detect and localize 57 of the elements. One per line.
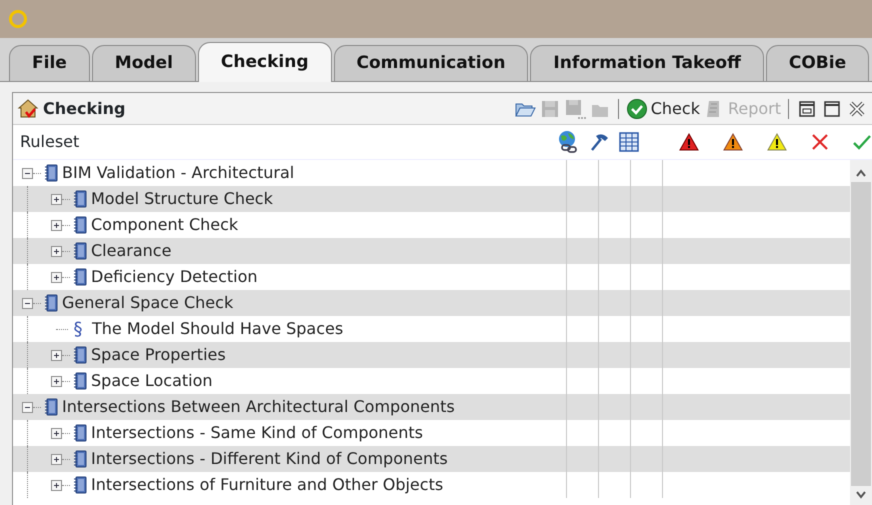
ruleset-book-icon [73, 450, 87, 468]
tree-item[interactable]: Clearance [91, 239, 172, 263]
tree-item[interactable]: Space Properties [91, 343, 226, 367]
ruleset-book-icon [73, 372, 87, 390]
minor-warning-icon[interactable] [766, 132, 788, 152]
expand-toggle[interactable] [51, 220, 62, 230]
rule-icon: § [68, 316, 88, 342]
collapse-toggle[interactable] [22, 402, 33, 412]
house-check-icon [17, 98, 39, 120]
expand-toggle[interactable] [51, 350, 62, 360]
tree-item[interactable]: General Space Check [62, 291, 234, 315]
scroll-down-icon[interactable] [855, 490, 867, 500]
tree-item[interactable]: Space Location [91, 369, 213, 393]
ruleset-book-icon [73, 190, 87, 208]
check-circle-icon [626, 98, 648, 120]
ruleset-book-icon [44, 398, 58, 416]
panel-title: Checking [43, 98, 126, 120]
major-warning-icon[interactable] [722, 132, 744, 152]
ruleset-book-icon [73, 476, 87, 494]
expand-toggle[interactable] [51, 194, 62, 204]
tree-item[interactable]: Intersections - Same Kind of Components [91, 421, 423, 445]
ruleset-book-icon [73, 242, 87, 260]
expand-toggle[interactable] [51, 454, 62, 464]
expand-toggle[interactable] [51, 246, 62, 256]
tree-item[interactable]: Deficiency Detection [91, 265, 258, 289]
rejected-x-icon[interactable] [810, 132, 830, 152]
check-button[interactable]: Check [626, 96, 700, 120]
tab[interactable]: Checking [198, 42, 332, 82]
expand-toggle[interactable] [51, 428, 62, 438]
collapse-toggle[interactable] [22, 298, 33, 308]
scrollbar[interactable] [850, 160, 872, 505]
scroll-up-icon[interactable] [855, 168, 867, 178]
tree-item[interactable]: BIM Validation - Architectural [62, 161, 294, 185]
expand-toggle[interactable] [51, 272, 62, 282]
table-icon[interactable] [618, 131, 640, 153]
ruleset-book-icon [44, 294, 58, 312]
column-header[interactable]: Ruleset [13, 130, 556, 154]
ruleset-book-icon [73, 424, 87, 442]
tab[interactable]: COBie [766, 45, 870, 81]
tree-item[interactable]: Component Check [91, 213, 238, 237]
app-logo-icon [8, 9, 28, 29]
critical-warning-icon[interactable] [678, 132, 700, 152]
ruleset-book-icon [73, 216, 87, 234]
ruleset-book-icon [73, 268, 87, 286]
tab[interactable]: Model [92, 45, 196, 81]
collapse-toggle[interactable] [22, 168, 33, 178]
tree-item[interactable]: Intersections of Furniture and Other Objects [91, 473, 444, 497]
ruleset-book-icon [73, 346, 87, 364]
tab[interactable]: Communication [334, 45, 528, 81]
tree-item[interactable]: The Model Should Have Spaces [92, 317, 344, 341]
globe-link-icon[interactable] [556, 130, 580, 154]
ruleset-book-icon [44, 164, 58, 182]
tab[interactable]: Information Takeoff [530, 45, 764, 81]
expand-toggle[interactable] [51, 480, 62, 490]
expand-toggle[interactable] [51, 376, 62, 386]
scroll-thumb[interactable] [851, 182, 871, 486]
tab[interactable]: File [9, 45, 90, 81]
